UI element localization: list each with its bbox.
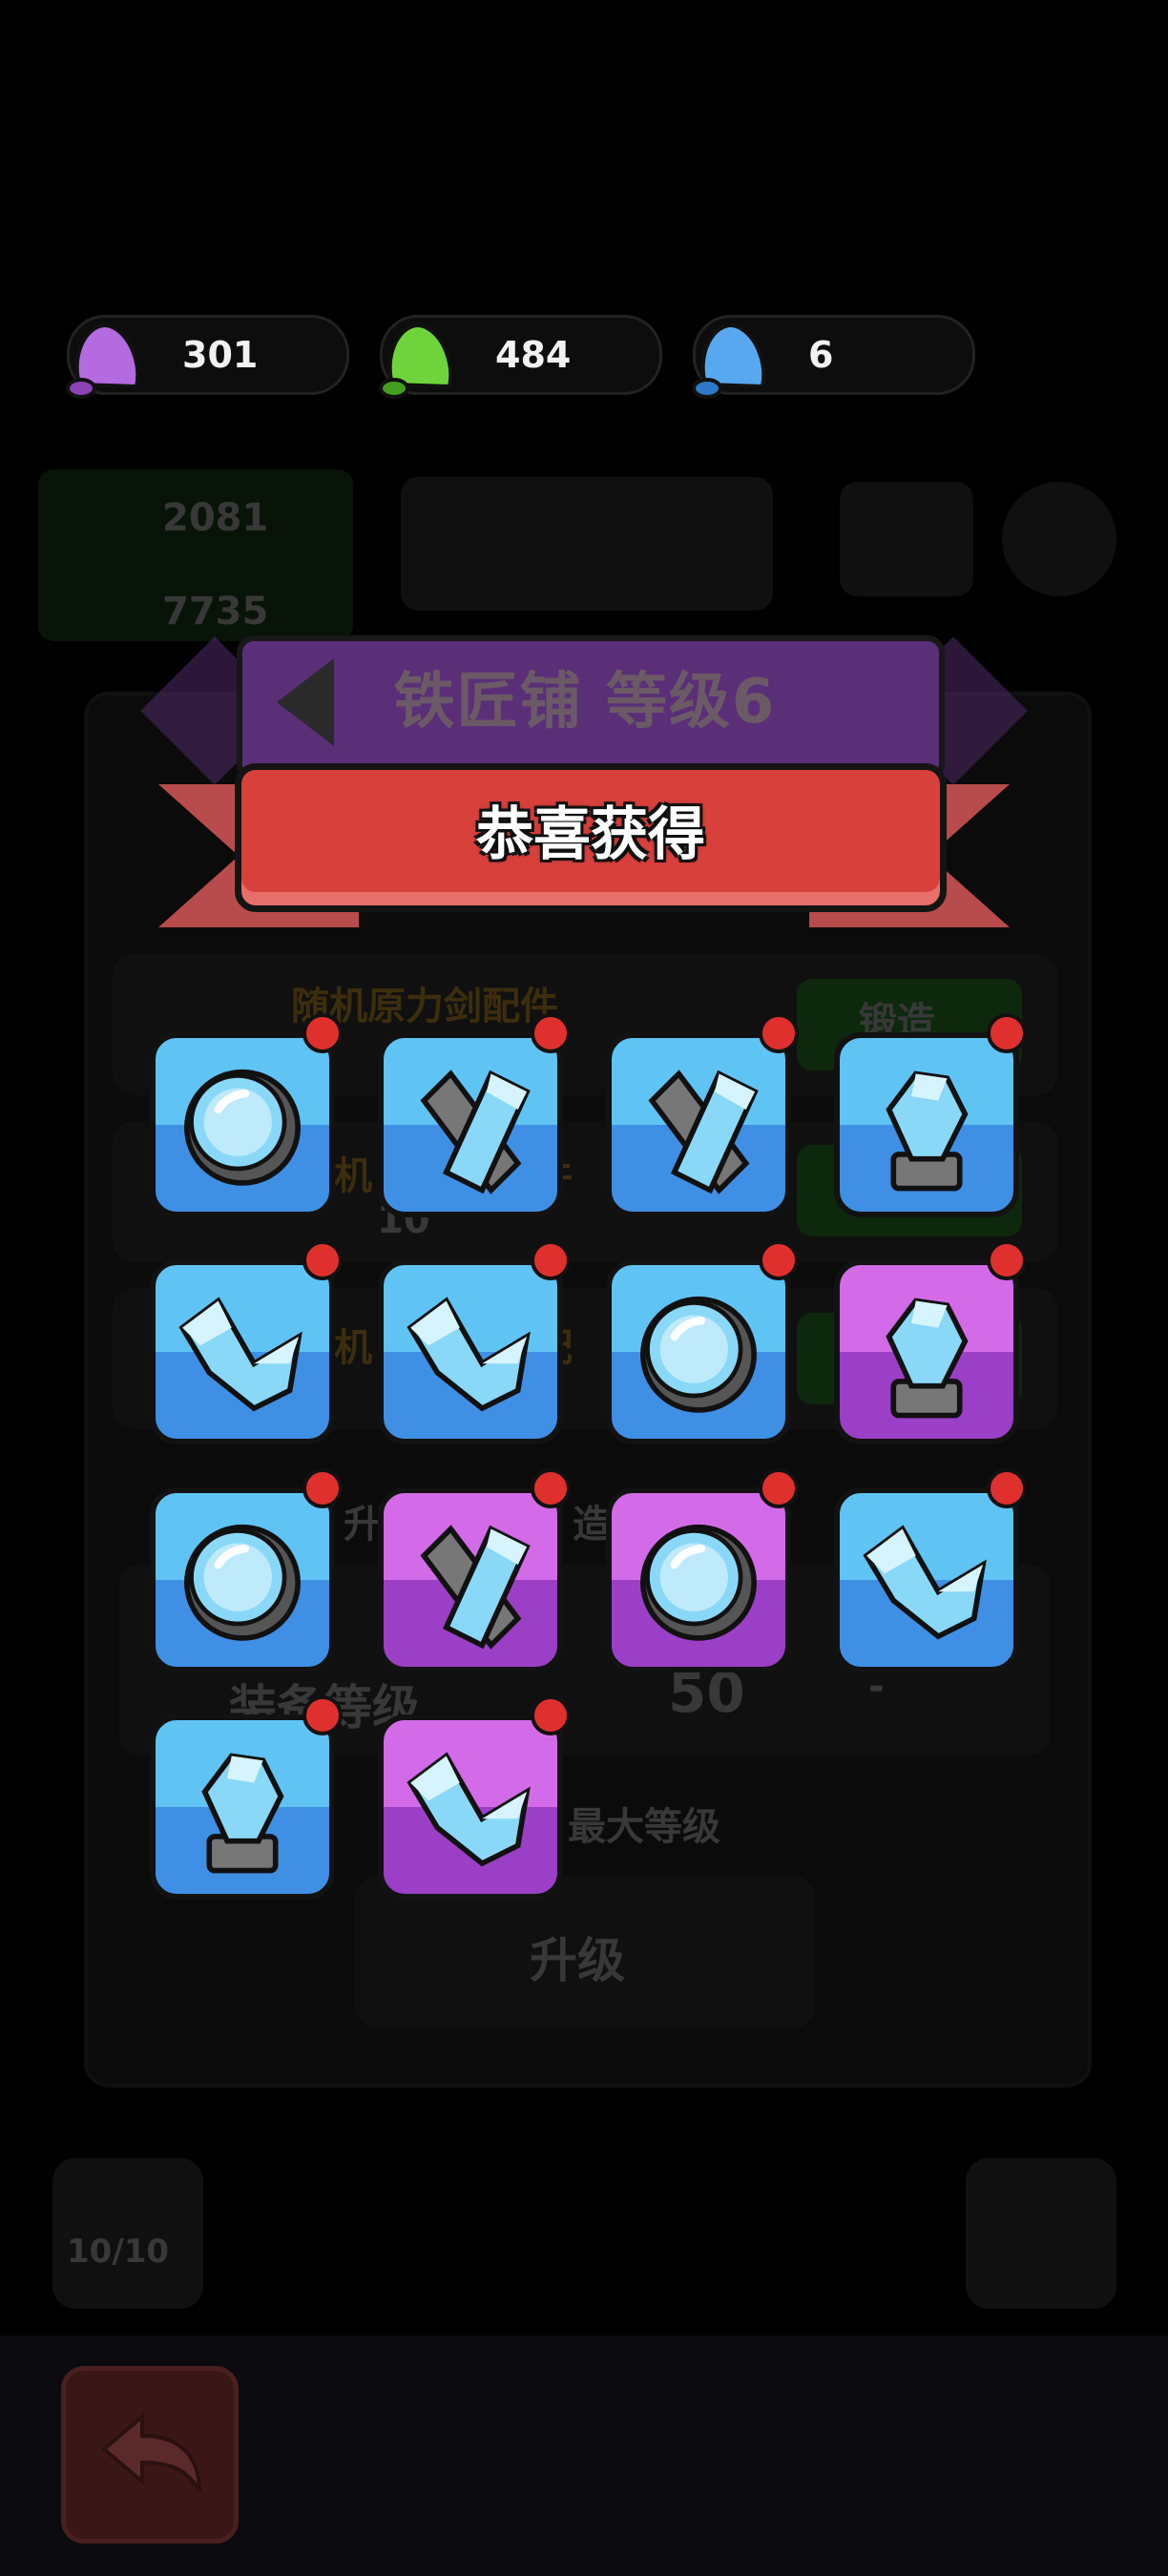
- crystal-pedestal-icon: [886, 1070, 969, 1192]
- crystal-shard-icon: [407, 1297, 531, 1412]
- blue-gem-icon: [692, 323, 766, 399]
- new-badge-dot: [531, 1468, 571, 1508]
- page-title: 铁匠铺 等级6: [393, 667, 777, 737]
- new-badge-dot: [759, 1468, 799, 1508]
- reward-item[interactable]: [606, 1259, 791, 1444]
- crystal-pedestal-icon: [886, 1298, 969, 1419]
- back-button[interactable]: [61, 2366, 239, 2544]
- center-info-box: [401, 477, 773, 611]
- currency-purple-value: 301: [182, 334, 259, 376]
- crystal-shard-icon: [178, 1297, 302, 1412]
- sword-blade-icon: [420, 1070, 531, 1195]
- lens-icon: [640, 1524, 757, 1641]
- new-badge-dot: [302, 1240, 343, 1280]
- quill-icon[interactable]: [966, 2158, 1116, 2309]
- reward-item[interactable]: [378, 1032, 563, 1217]
- new-badge-dot: [302, 1013, 343, 1053]
- lens-icon: [184, 1524, 301, 1641]
- lens-icon: [640, 1296, 757, 1413]
- new-badge-dot: [987, 1240, 1027, 1280]
- energy-value: 10/10: [67, 2233, 170, 2271]
- new-badge-dot: [531, 1013, 571, 1053]
- reward-item[interactable]: [834, 1259, 1019, 1444]
- max-level-label: 最大等级: [568, 1805, 720, 1849]
- reward-item[interactable]: [150, 1259, 335, 1444]
- currency-green: 484: [379, 315, 662, 399]
- new-badge-dot: [759, 1240, 799, 1280]
- currency-blue-value: 6: [808, 334, 834, 376]
- green-gem-icon: [379, 323, 453, 399]
- crystal-shard-icon: [407, 1752, 531, 1867]
- book-icon[interactable]: [840, 482, 973, 596]
- sword-blade-icon: [420, 1525, 531, 1650]
- new-badge-dot: [987, 1013, 1027, 1053]
- reward-item[interactable]: [834, 1487, 1019, 1672]
- crystal-shard-icon: [863, 1525, 987, 1640]
- sword-blade-icon: [648, 1070, 759, 1195]
- settings-icon[interactable]: [1002, 482, 1116, 596]
- reward-item[interactable]: [378, 1714, 563, 1900]
- currency-green-value: 484: [495, 334, 572, 376]
- upgrade-section-label-mid: 造: [573, 1503, 611, 1547]
- reward-item[interactable]: [378, 1487, 563, 1672]
- forge-row-3-label: 机: [334, 1326, 372, 1370]
- upgrade-section-label: 升: [344, 1503, 382, 1547]
- new-badge-dot: [759, 1013, 799, 1053]
- new-badge-dot: [531, 1695, 571, 1735]
- reward-item[interactable]: [150, 1032, 335, 1217]
- new-badge-dot: [302, 1468, 343, 1508]
- currency-purple: 301: [66, 315, 349, 399]
- new-badge-dot: [531, 1240, 571, 1280]
- back-arrow-icon: [100, 2412, 201, 2492]
- stat-value-2: 7735: [162, 590, 269, 634]
- reward-item[interactable]: [378, 1259, 563, 1444]
- crystal-pedestal-icon: [201, 1753, 284, 1874]
- reward-item[interactable]: [834, 1032, 1019, 1217]
- reward-item[interactable]: [606, 1032, 791, 1217]
- purple-gem-icon: [66, 323, 140, 399]
- forge-row-2-label: 机: [334, 1154, 372, 1198]
- lens-icon: [184, 1069, 301, 1186]
- currency-blue: 6: [692, 315, 975, 399]
- upgrade-button-label: 升级: [530, 1933, 625, 1988]
- new-badge-dot: [987, 1468, 1027, 1508]
- reward-item[interactable]: [606, 1487, 791, 1672]
- reward-item[interactable]: [150, 1714, 335, 1900]
- reward-item[interactable]: [150, 1487, 335, 1672]
- stat-value-1: 2081: [162, 496, 269, 540]
- new-badge-dot: [302, 1695, 343, 1735]
- congrats-title: 恭喜获得: [476, 801, 705, 868]
